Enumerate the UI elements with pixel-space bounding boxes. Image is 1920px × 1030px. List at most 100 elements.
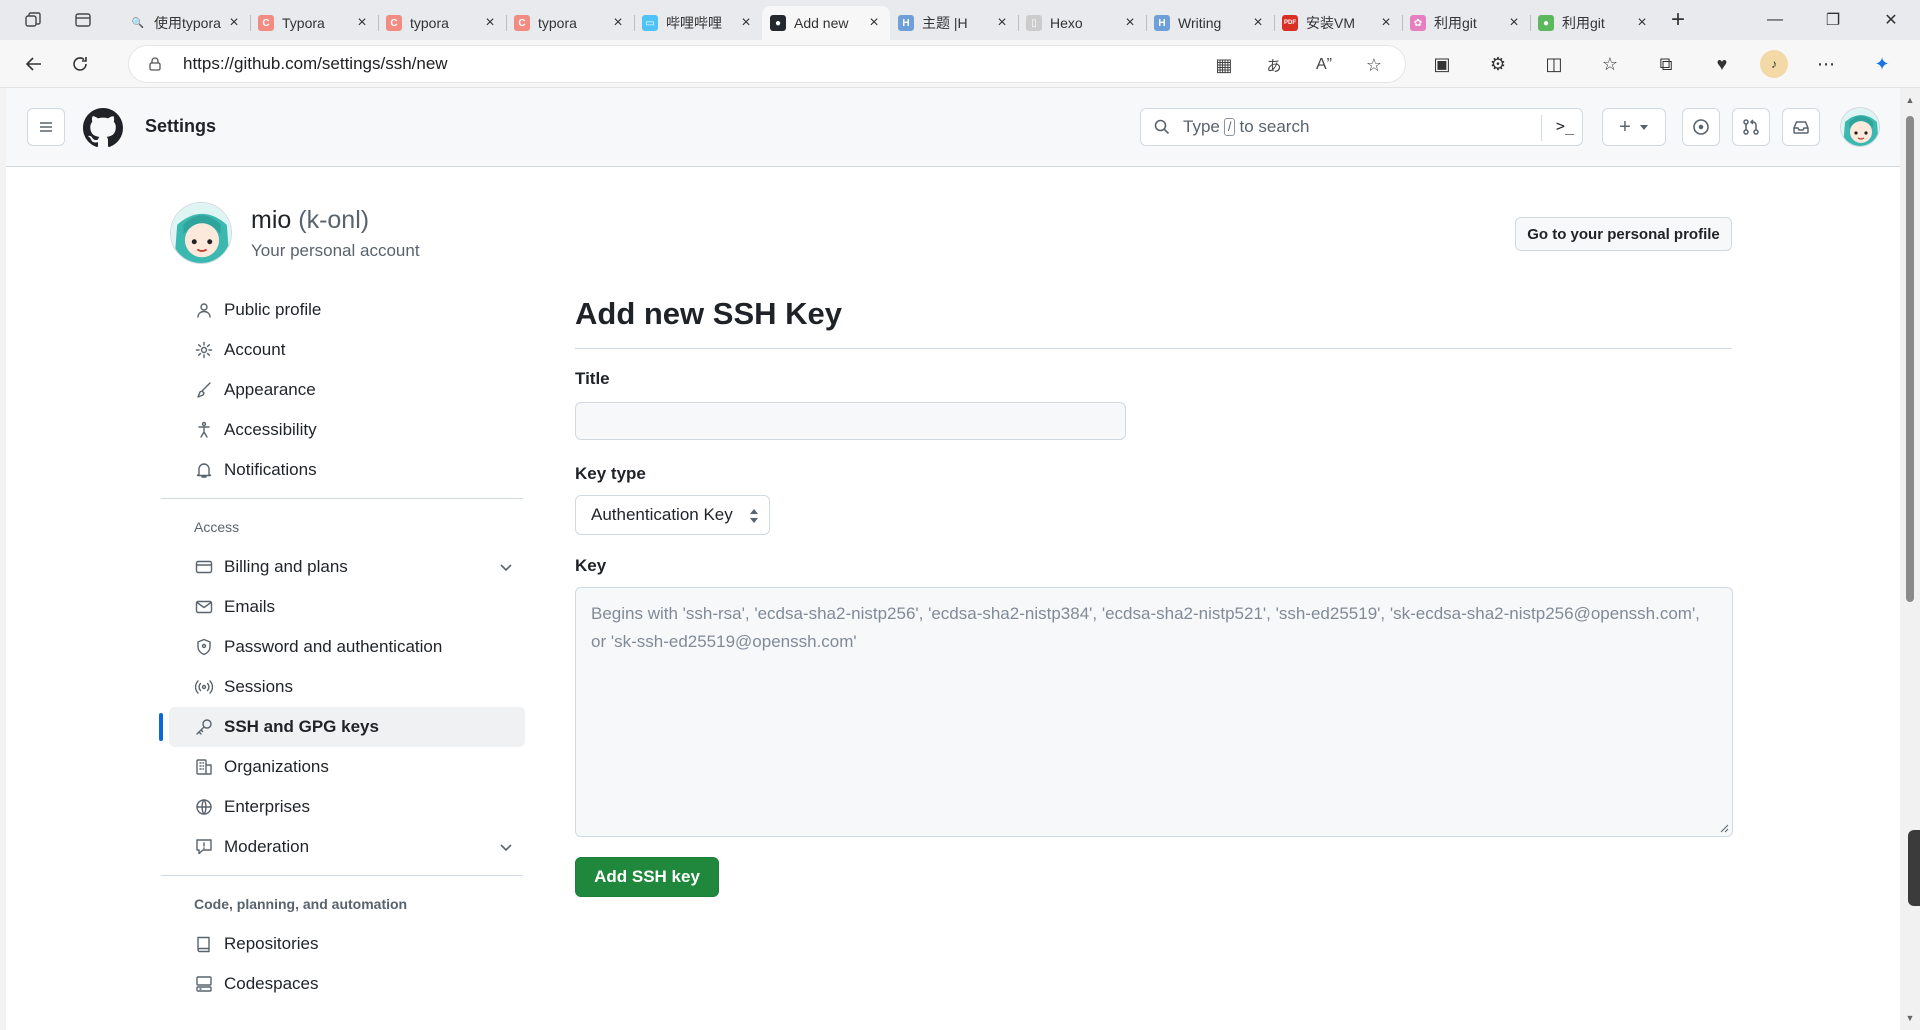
header-context-title[interactable]: Settings [145, 116, 216, 137]
refresh-icon[interactable] [60, 46, 100, 82]
pull-requests-button[interactable] [1732, 108, 1770, 146]
copilot-icon[interactable]: ✦ [1864, 46, 1900, 82]
sidebar-item-label: Public profile [224, 300, 322, 319]
browser-tab[interactable]: PDF 安装VM × [1274, 7, 1402, 39]
menu-button[interactable] [27, 108, 65, 146]
sidebar-item[interactable]: SSH and GPG keys [159, 707, 525, 747]
sidebar-item-label: Codespaces [224, 974, 319, 993]
browser-tab[interactable]: H 主题 |H × [890, 7, 1018, 39]
tab-close-icon[interactable]: × [738, 15, 754, 31]
sidebar-item[interactable]: Emails [169, 587, 525, 627]
tab-close-icon[interactable]: × [1378, 15, 1394, 31]
browser-tab[interactable]: ▯ Hexo × [1018, 7, 1146, 39]
browser-tab[interactable]: Ctypora × [378, 7, 506, 39]
profile-display-name[interactable]: mio [251, 206, 291, 234]
scroll-up-icon[interactable]: ▲ [1904, 94, 1916, 106]
sidebar-item[interactable]: Repositories [169, 924, 525, 964]
favorites-icon[interactable]: ☆ [1592, 46, 1628, 82]
extension-app-icon[interactable]: ▣ [1424, 46, 1460, 82]
tab-close-icon[interactable]: × [226, 15, 242, 31]
back-icon[interactable] [14, 46, 54, 82]
url-bar[interactable]: https://github.com/settings/ssh/new ▦ あ … [128, 45, 1406, 83]
read-aloud-icon[interactable]: A” [1309, 50, 1339, 80]
profile-avatar-icon[interactable]: ♪ [1760, 50, 1788, 78]
close-window-icon[interactable]: ✕ [1862, 0, 1920, 40]
github-logo-icon[interactable] [83, 108, 123, 148]
sidebar-item[interactable]: Public profile [169, 290, 525, 330]
app-available-icon[interactable]: ▦ [1209, 50, 1239, 80]
sidebar-item[interactable]: Billing and plans [169, 547, 525, 587]
sidebar-item[interactable]: Notifications [169, 450, 525, 490]
chevron-down-icon[interactable] [497, 558, 515, 576]
create-new-button[interactable]: + [1602, 108, 1666, 146]
tab-close-icon[interactable]: × [1506, 15, 1522, 31]
command-palette-icon[interactable]: >_ [1556, 117, 1574, 135]
resize-handle-icon[interactable] [1719, 823, 1729, 833]
tab-close-icon[interactable]: × [866, 15, 882, 31]
edge-sidebar-handle[interactable] [1908, 830, 1920, 906]
sidebar-item[interactable]: Password and authentication [169, 627, 525, 667]
sidebar-item[interactable]: Account [169, 330, 525, 370]
tab-label: typora [410, 15, 449, 31]
go-to-profile-button[interactable]: Go to your personal profile [1515, 217, 1732, 251]
translate-icon[interactable]: あ [1259, 50, 1289, 80]
browser-tab[interactable]: Ctypora × [506, 7, 634, 39]
restore-icon[interactable]: ❐ [1804, 0, 1862, 40]
extensions-icon[interactable]: ⚙ [1480, 46, 1516, 82]
tab-close-icon[interactable]: × [1122, 15, 1138, 31]
sidebar-item[interactable]: Codespaces [169, 964, 525, 1004]
sidebar-divider [161, 875, 523, 876]
tab-label: typora [538, 15, 577, 31]
tab-close-icon[interactable]: × [354, 15, 370, 31]
sidebar-item-label: Sessions [224, 677, 293, 696]
key-type-select[interactable]: Authentication Key [575, 495, 770, 535]
profile-login[interactable]: (k-onl) [298, 206, 369, 234]
lock-icon[interactable] [147, 56, 163, 72]
sidebar-item[interactable]: Accessibility [169, 410, 525, 450]
tab-close-icon[interactable]: × [1634, 15, 1650, 31]
browser-tab[interactable]: ▭ 哔哩哔哩 × [634, 7, 762, 39]
browser-tab[interactable]: ✿ 利用git × [1402, 7, 1530, 39]
sidebar-item-label: Organizations [224, 757, 329, 776]
tab-close-icon[interactable]: × [1250, 15, 1266, 31]
new-tab-button[interactable]: + [1660, 4, 1696, 36]
tab-close-icon[interactable]: × [610, 15, 626, 31]
collections-icon[interactable]: ⧉ [1648, 46, 1684, 82]
sidebar-item[interactable]: Appearance [169, 370, 525, 410]
profile-name[interactable]: mio (k-onl) [251, 206, 369, 235]
browser-tab[interactable]: 🔍 使用typora × [122, 7, 250, 39]
split-screen-icon[interactable]: ◫ [1536, 46, 1572, 82]
accessibility-icon [194, 420, 214, 440]
browser-tab[interactable]: ● 利用git × [1530, 7, 1658, 39]
tab-close-icon[interactable]: × [994, 15, 1010, 31]
sidebar-item[interactable]: Sessions [169, 667, 525, 707]
add-ssh-key-button[interactable]: Add SSH key [575, 857, 719, 897]
url-text[interactable]: https://github.com/settings/ssh/new [183, 54, 448, 74]
key-textarea[interactable]: Begins with 'ssh-rsa', 'ecdsa-sha2-nistp… [575, 587, 1733, 837]
profile-avatar[interactable] [170, 202, 232, 264]
tab-close-icon[interactable]: × [482, 15, 498, 31]
user-avatar[interactable] [1840, 107, 1880, 147]
workspaces-icon[interactable] [14, 4, 52, 36]
browser-essentials-icon[interactable]: ♥ [1704, 46, 1740, 82]
search-input[interactable]: Type / to search >_ [1140, 108, 1583, 146]
issues-button[interactable] [1682, 108, 1720, 146]
minimize-icon[interactable]: — [1746, 0, 1804, 40]
browser-tab[interactable]: H Writing × [1146, 7, 1274, 39]
chevron-down-icon[interactable] [497, 838, 515, 856]
favorite-star-icon[interactable]: ☆ [1359, 50, 1389, 80]
sidebar-item[interactable]: Organizations [169, 747, 525, 787]
sidebar-group-heading: Access [194, 519, 240, 535]
scroll-down-icon[interactable]: ▼ [1904, 1012, 1916, 1024]
vertical-tabs-icon[interactable] [64, 4, 102, 36]
scroll-thumb[interactable] [1906, 116, 1914, 602]
sidebar-item-label: SSH and GPG keys [224, 717, 379, 736]
browser-tab[interactable]: ● Add new × [762, 6, 890, 40]
more-menu-icon[interactable]: ⋯ [1808, 46, 1844, 82]
sidebar-item[interactable]: Moderation [169, 827, 525, 867]
sidebar-item[interactable]: Enterprises [169, 787, 525, 827]
inbox-button[interactable] [1782, 108, 1820, 146]
issue-opened-icon [1693, 119, 1709, 135]
title-input[interactable] [575, 402, 1126, 440]
browser-tab[interactable]: C Typora × [250, 7, 378, 39]
